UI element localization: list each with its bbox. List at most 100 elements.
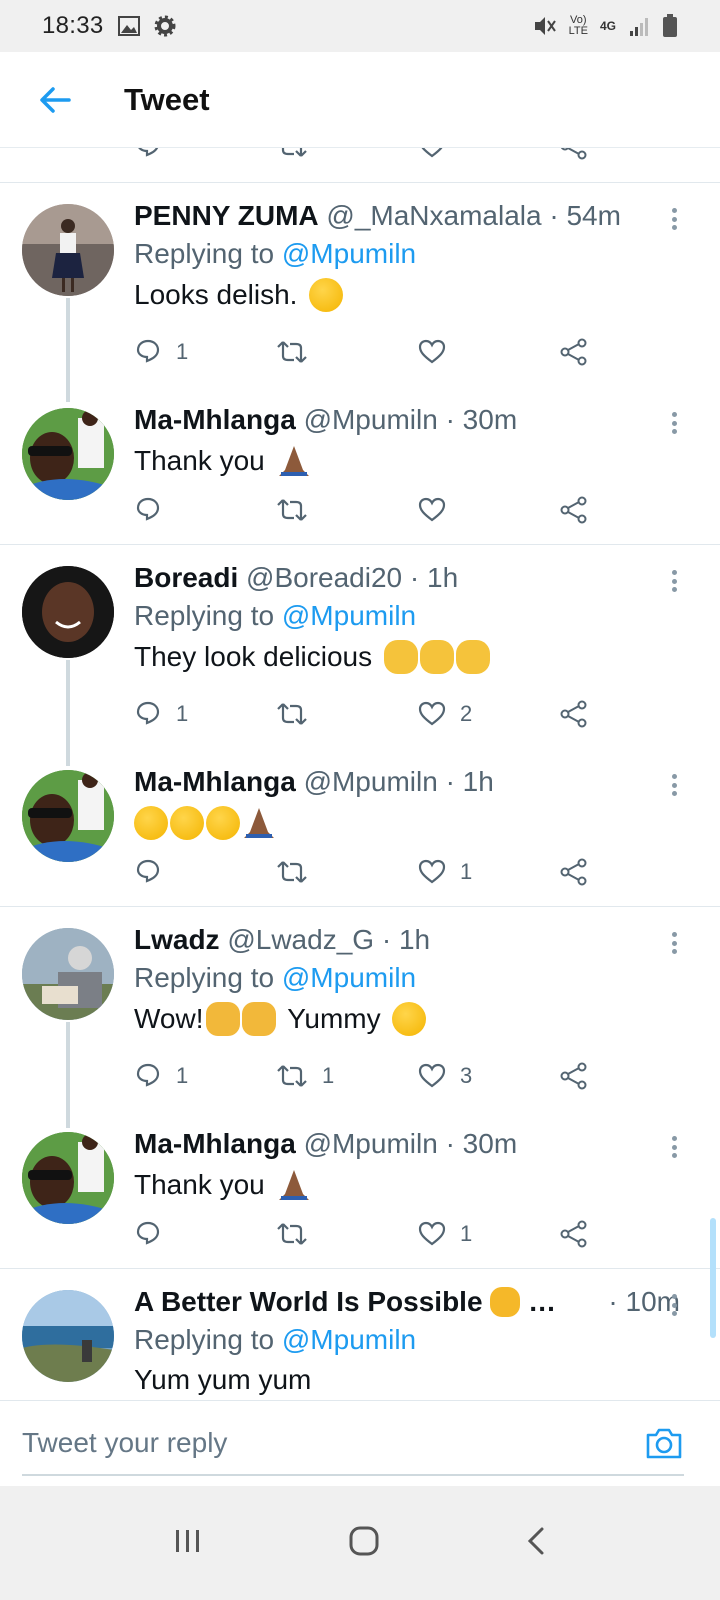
battery-icon (663, 14, 677, 37)
retweet-button[interactable] (276, 852, 308, 892)
mention-link[interactable]: @Mpumiln (282, 600, 416, 631)
tweet-time: · 30m (445, 1128, 518, 1159)
tweet-text: Thank you (134, 444, 680, 478)
reply-button[interactable] (134, 852, 162, 892)
like-button[interactable] (418, 490, 446, 530)
retweet-button[interactable] (276, 490, 308, 530)
reply-icon (136, 701, 160, 725)
share-button[interactable] (560, 332, 588, 372)
back-nav-button[interactable] (524, 1525, 548, 1562)
like-button[interactable] (418, 332, 446, 372)
retweet-icon (277, 499, 307, 521)
scrollbar[interactable] (710, 1218, 716, 1338)
tweet-time: · 1h (409, 562, 459, 593)
heart-icon (418, 859, 446, 884)
back-arrow-icon (40, 86, 71, 113)
author-name[interactable]: Ma-Mhlanga (134, 1128, 296, 1159)
share-button[interactable] (560, 852, 588, 892)
avatar[interactable] (22, 566, 114, 658)
share-button[interactable] (560, 1056, 588, 1096)
avatar[interactable] (22, 408, 114, 500)
mention-link[interactable]: @Mpumiln (282, 238, 416, 269)
home-button[interactable] (348, 1525, 380, 1562)
more-options-button[interactable] (664, 566, 684, 596)
avatar[interactable] (22, 1290, 114, 1382)
more-options-button[interactable] (664, 408, 684, 438)
author-handle[interactable]: @Mpumiln (304, 766, 438, 797)
author-name[interactable]: Ma-Mhlanga (134, 766, 296, 797)
reply-button[interactable]: 1 (134, 694, 188, 734)
reply-composer[interactable]: Tweet your reply (0, 1400, 720, 1486)
share-button[interactable] (560, 1214, 588, 1254)
share-button[interactable] (560, 148, 588, 166)
heart-icon (418, 1063, 446, 1088)
retweet-count: 1 (322, 1063, 335, 1088)
reply-button[interactable] (134, 148, 162, 166)
author-handle[interactable]: @Boreadi20 (246, 562, 402, 593)
more-options-button[interactable] (664, 770, 684, 800)
divider (0, 906, 720, 907)
avatar[interactable] (22, 1132, 114, 1224)
mention-link[interactable]: @Mpumiln (282, 962, 416, 993)
author-name[interactable]: PENNY ZUMA (134, 200, 319, 231)
raised-fist-emoji-icon (490, 1287, 521, 1317)
more-options-button[interactable] (664, 204, 684, 234)
reply-count: 1 (176, 1063, 189, 1088)
retweet-icon (277, 1065, 307, 1087)
recent-apps-button[interactable] (172, 1527, 204, 1560)
system-nav-bar (0, 1486, 720, 1600)
retweet-icon (281, 148, 307, 157)
reply-feed: PENNY ZUMA @_MaNxamalala · 54m Replying … (0, 148, 720, 1428)
reply-input[interactable]: Tweet your reply (22, 1427, 227, 1459)
avatar[interactable] (22, 204, 114, 296)
retweet-button[interactable] (276, 1214, 308, 1254)
like-button[interactable]: 1 (418, 1214, 472, 1254)
tweet-text: Looks delish. (134, 278, 680, 312)
reply-icon (136, 339, 160, 363)
reply-icon (136, 497, 160, 521)
more-options-button[interactable] (664, 1132, 684, 1162)
author-name[interactable]: A Better World Is Possible (134, 1286, 483, 1318)
share-button[interactable] (560, 694, 588, 734)
avatar[interactable] (22, 770, 114, 862)
avatar-photo (22, 566, 114, 658)
author-handle[interactable]: @Mpumiln (304, 404, 438, 435)
reply-button[interactable] (134, 490, 162, 530)
tweet-time: · 54m (549, 200, 621, 231)
like-button[interactable]: 2 (418, 694, 472, 734)
like-button[interactable]: 1 (418, 852, 472, 892)
more-options-button[interactable] (664, 1290, 684, 1320)
share-icon (560, 858, 587, 886)
camera-button[interactable] (644, 1423, 684, 1463)
back-button[interactable] (30, 80, 80, 120)
tweet-text: Wow! Yummy (134, 1002, 680, 1036)
thread-line (66, 298, 70, 402)
author-handle[interactable]: @_MaNxamalala (326, 200, 541, 231)
avatar[interactable] (22, 928, 114, 1020)
settings-gear-icon (154, 15, 176, 37)
author-name[interactable]: Lwadz (134, 924, 220, 955)
author-handle[interactable]: @Mpumiln (304, 1128, 438, 1159)
reply-button[interactable] (134, 1214, 162, 1254)
like-button[interactable]: 3 (418, 1056, 472, 1096)
retweet-button[interactable] (276, 332, 308, 372)
avatar-photo (22, 1132, 114, 1224)
author-name[interactable]: Ma-Mhlanga (134, 404, 296, 435)
reply-button[interactable]: 1 (134, 1056, 188, 1096)
retweet-button[interactable] (276, 148, 308, 166)
share-icon (560, 700, 587, 728)
author-handle[interactable]: @Lwadz_G (227, 924, 374, 955)
more-options-button[interactable] (664, 928, 684, 958)
share-button[interactable] (560, 490, 588, 530)
input-underline (22, 1474, 684, 1476)
retweet-button[interactable] (276, 694, 308, 734)
replying-to: Replying to @Mpumiln (134, 1324, 417, 1355)
avatar-photo (22, 204, 114, 296)
mention-link[interactable]: @Mpumiln (282, 1324, 416, 1355)
reply-button[interactable]: 1 (134, 332, 188, 372)
tweet-body: Ma-Mhlanga @Mpumiln · 30m Thank you (134, 1128, 680, 1202)
author-name[interactable]: Boreadi (134, 562, 238, 593)
like-button[interactable] (418, 148, 446, 166)
tweet-actions: 1 (134, 332, 594, 372)
retweet-button[interactable]: 1 (276, 1056, 334, 1096)
